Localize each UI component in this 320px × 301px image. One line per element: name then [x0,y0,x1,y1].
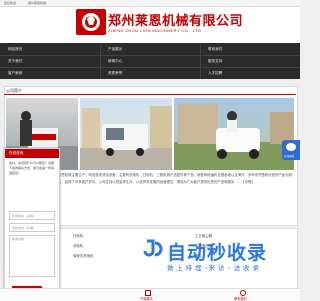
lion-logo-icon [82,13,100,31]
side-tab-label: 在线客服 [284,155,295,158]
company-link[interactable]: 郑州莱恩机械 [28,0,46,6]
top-utility-bar: 您好欢迎 郑州莱恩机械 [0,0,300,7]
panel-divider [4,94,296,95]
watermark-subtitle: 做 上 排 埋 ~来 访 ~ 送 收 录 [167,265,260,272]
online-chat-widget: 在线咨询 您好，请问有什么可以帮您？请留下您的联系方式，我们会第一时间回复您！ … [4,148,60,298]
chat-phone-field[interactable]: 您的电话（必填） [9,223,55,232]
watermark-title: 自动秒收录 [167,243,268,264]
company-logo[interactable] [76,9,106,35]
ride-on-photo-icon [174,104,294,170]
nav-cases[interactable]: 客户案例 [8,68,22,78]
main-nav: 网站首页 产品展示 联系我们 关于我们 新闻中心 服务支持 客户案例 资质荣誉 … [0,43,300,79]
nav-products[interactable]: 产品展示 [108,44,122,54]
watermark-logo-icon [143,237,165,259]
category-item[interactable]: 扫地机 [73,233,83,238]
nav-service[interactable]: 服务支持 [208,56,222,66]
nav-about[interactable]: 关于我们 [8,56,22,66]
chat-name-field[interactable]: 您的姓名（必填） [9,211,55,220]
intro-text: 莱恩机械主要生产、研发各类清洁设备，主要有洗地机、扫地机、工程机械产品配件等产品… [58,173,292,184]
company-name: 郑州莱恩机械有限公司 [108,13,244,28]
bottom-contact-link[interactable]: 联系我们 [234,296,247,301]
bottom-products-link[interactable]: 产品展示 [140,296,153,301]
nav-news[interactable]: 新闻中心 [108,56,122,66]
chat-header[interactable]: 在线咨询 [5,149,59,158]
side-service-tab[interactable]: 在线客服 [282,140,300,160]
company-name-en: ZHENG ZHOU LION MACHINERY CO., LTD [108,28,202,33]
chat-message-field[interactable]: 留言内容 [9,235,55,277]
category-item[interactable]: 驾驶式洗地机 [73,253,93,258]
chat-bubble-icon [286,143,296,151]
bottom-bar: 产品展示 联系我们 [0,288,300,301]
photo-ride-on-sweeper[interactable] [174,98,294,170]
nav-honors[interactable]: 资质荣誉 [108,68,122,78]
nav-contact[interactable]: 联系我们 [208,44,222,54]
sweeper-photo-icon [80,106,172,170]
photo-street-sweeper[interactable] [80,98,172,170]
welcome-link[interactable]: 您好欢迎 [4,0,16,6]
nav-jobs[interactable]: 人才招聘 [208,68,222,78]
chat-message: 您好，请问有什么可以帮您？请留下您的联系方式，我们会第一时间回复您！ [9,161,55,175]
category-item[interactable]: 洗地机 [73,243,83,248]
nav-home[interactable]: 网站首页 [8,44,22,54]
